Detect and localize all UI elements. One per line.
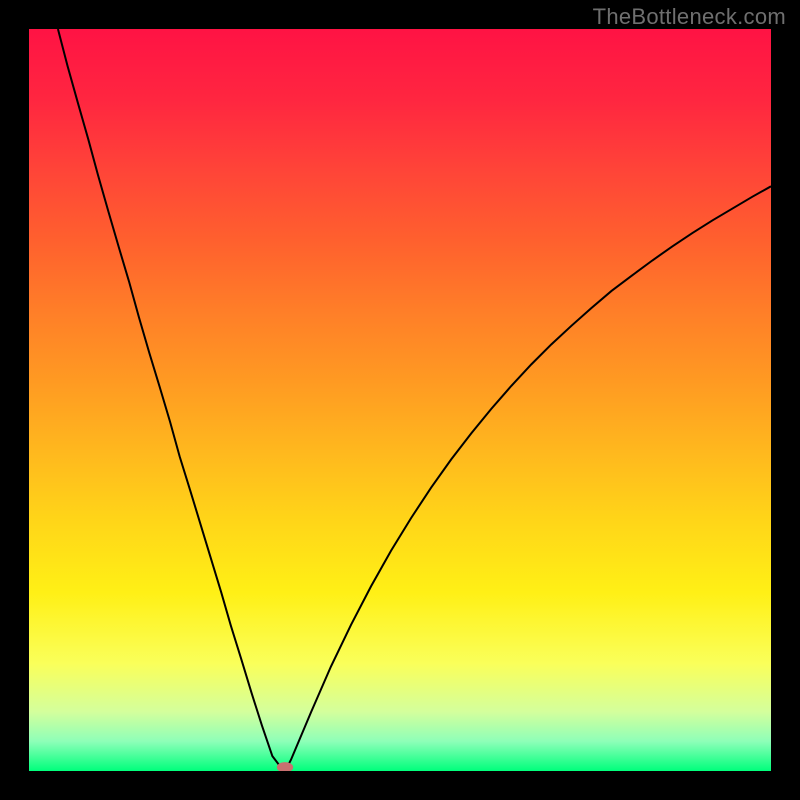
- chart-plot: [29, 29, 771, 771]
- chart-frame: TheBottleneck.com: [0, 0, 800, 800]
- chart-background: [29, 29, 771, 771]
- chart-svg: [29, 29, 771, 771]
- watermark-text: TheBottleneck.com: [593, 4, 786, 30]
